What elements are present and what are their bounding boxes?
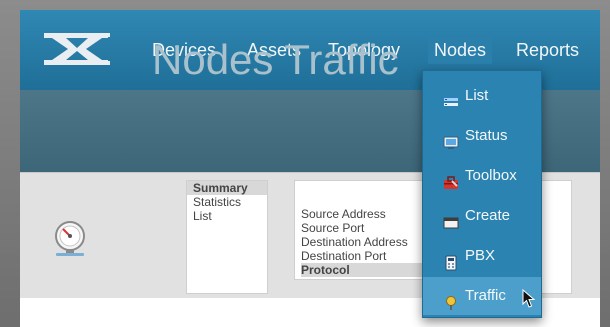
pin-icon xyxy=(443,288,459,310)
list-item-summary[interactable]: Summary xyxy=(187,181,267,195)
toolbox-icon xyxy=(443,168,459,189)
list-item-list[interactable]: List xyxy=(187,209,267,223)
menu-item-create-label: Create xyxy=(465,207,511,224)
report-type-list[interactable]: Summary Statistics List xyxy=(186,180,268,294)
list-icon xyxy=(443,88,459,106)
nav-reports[interactable]: Reports xyxy=(516,36,579,64)
menu-item-toolbox[interactable]: Toolbox xyxy=(423,157,541,195)
menu-item-status-label: Status xyxy=(465,127,508,144)
mouse-cursor-icon xyxy=(522,288,536,309)
nav-nodes[interactable]: Nodes xyxy=(428,36,493,64)
phone-icon xyxy=(443,248,459,271)
gauge-icon[interactable] xyxy=(52,218,88,258)
menu-item-traffic-label: Traffic xyxy=(465,287,506,304)
nodes-dropdown-menu: List Status Toolbox Create PBX Traffic xyxy=(422,70,542,318)
menu-item-list-label: List xyxy=(465,87,489,104)
app-logo[interactable] xyxy=(42,30,112,68)
list-item-source-port[interactable]: Source Port xyxy=(301,221,441,235)
menu-item-toolbox-label: Toolbox xyxy=(465,167,517,184)
menu-item-pbx[interactable]: PBX xyxy=(423,237,541,275)
menu-item-pbx-label: PBX xyxy=(465,247,496,264)
menu-item-create[interactable]: Create xyxy=(423,197,541,235)
list-item-destination-address[interactable]: Destination Address xyxy=(301,235,441,249)
list-item-protocol[interactable]: Protocol xyxy=(301,263,441,277)
list-item-statistics[interactable]: Statistics xyxy=(187,195,267,209)
menu-item-status[interactable]: Status xyxy=(423,117,541,155)
window-icon xyxy=(443,208,459,229)
app-window: Devices Assets Topology Nodes Reports No… xyxy=(20,10,600,327)
list-item-destination-port[interactable]: Destination Port xyxy=(301,249,441,263)
list-item-source-address[interactable]: Source Address xyxy=(301,207,441,221)
page-title: Nodes Traffic xyxy=(152,36,399,83)
menu-item-list[interactable]: List xyxy=(423,77,541,115)
monitor-icon xyxy=(443,128,459,149)
